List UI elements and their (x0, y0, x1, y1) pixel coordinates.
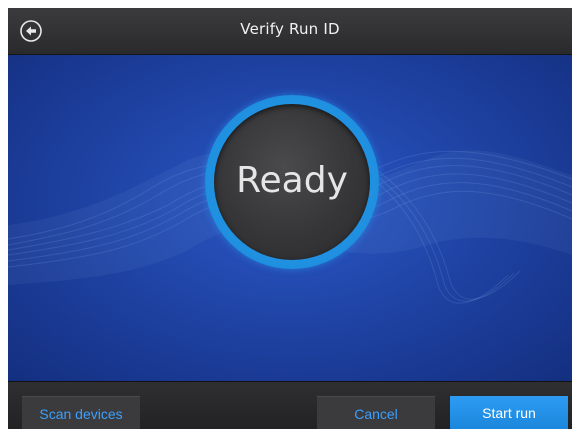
app-screen: Verify Run ID Ready Scan devices Cancel … (8, 8, 572, 429)
cancel-button[interactable]: Cancel (317, 396, 435, 429)
page-title: Verify Run ID (240, 20, 340, 38)
ready-status-indicator: Ready (205, 95, 379, 269)
ready-status-core: Ready (214, 104, 370, 260)
title-bar: Verify Run ID (8, 8, 572, 55)
status-area: Ready (8, 55, 572, 381)
ready-status-label: Ready (236, 160, 348, 201)
scan-devices-button[interactable]: Scan devices (22, 396, 140, 429)
action-bar: Scan devices Cancel Start run (8, 381, 572, 429)
start-run-button[interactable]: Start run (450, 396, 568, 429)
